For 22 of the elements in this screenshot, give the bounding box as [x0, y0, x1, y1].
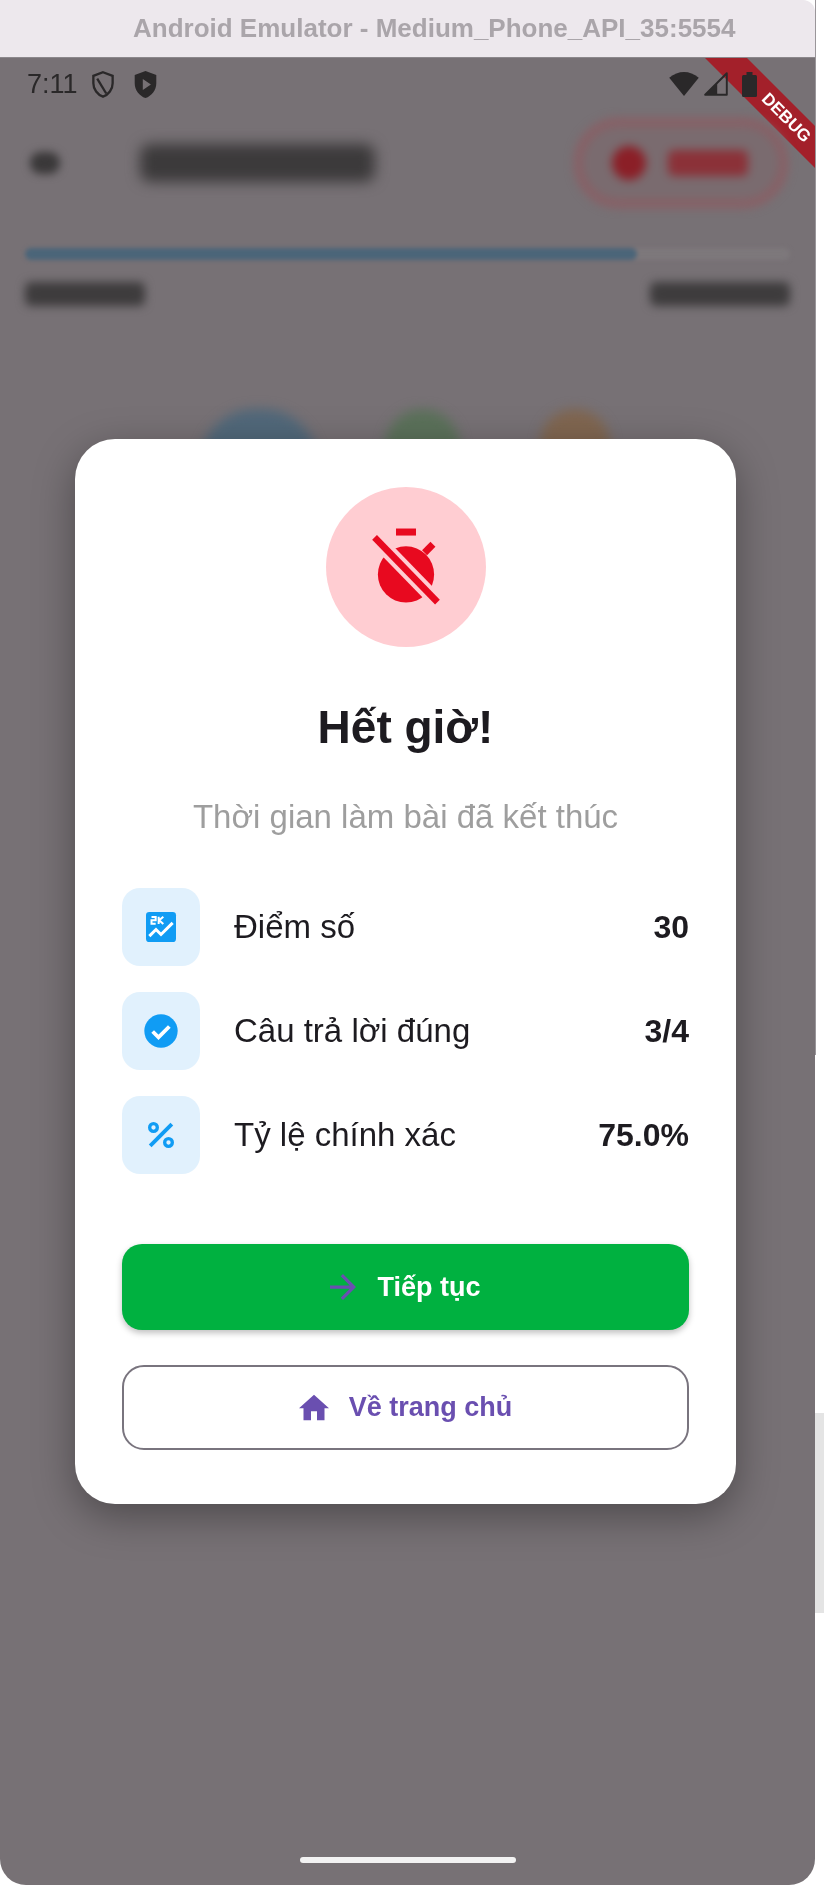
- blurred-back-icon: [30, 151, 60, 174]
- stat-label: Tỷ lệ chính xác: [234, 1115, 456, 1155]
- percent-icon: [122, 1096, 200, 1174]
- dialog-title: Hết giờ!: [317, 701, 494, 753]
- score-chart-icon: [122, 888, 200, 966]
- stat-label: Điểm số: [234, 907, 356, 947]
- dialog-message: Thời gian làm bài đã kết thúc: [192, 800, 619, 834]
- status-time: 7:11: [27, 68, 78, 100]
- battery-icon: [742, 71, 757, 97]
- arrow-right-icon: [330, 1274, 357, 1300]
- home-button[interactable]: Về trang chủ: [122, 1365, 689, 1450]
- stat-value: 30: [653, 908, 689, 947]
- home-icon: [298, 1394, 329, 1421]
- shield-icon: [90, 70, 115, 98]
- wifi-icon: [669, 72, 699, 96]
- shield-play-icon: [133, 70, 157, 98]
- signal-icon: [704, 72, 728, 96]
- stat-label: Câu trả lời đúng: [234, 1011, 471, 1051]
- timer-off-icon: [325, 487, 486, 647]
- stat-value: 3/4: [644, 1012, 689, 1051]
- stat-value: 75.0%: [598, 1116, 689, 1155]
- window-title: Android Emulator - Medium_Phone_API_35:5554: [133, 12, 736, 45]
